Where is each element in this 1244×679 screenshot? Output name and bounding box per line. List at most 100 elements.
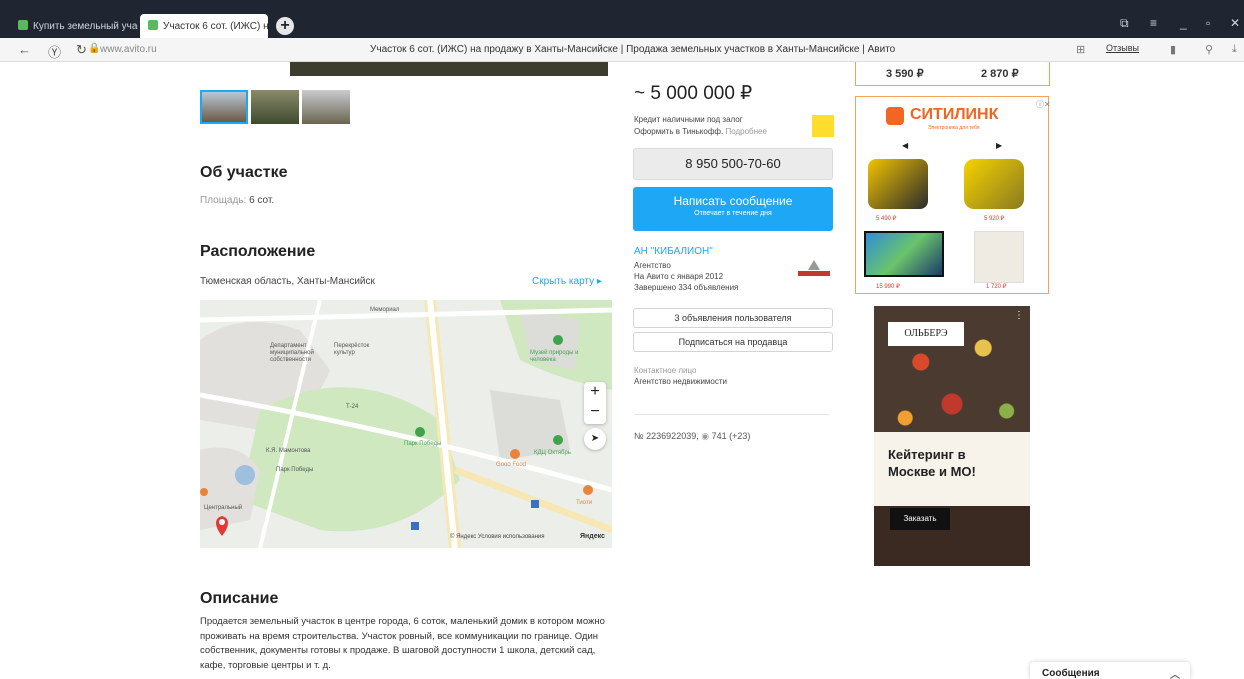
subscribe-button[interactable]: Подписаться на продавца — [633, 332, 833, 352]
views-count: 741 (+23) — [711, 431, 751, 441]
steamer-image — [964, 159, 1024, 209]
page-title: Участок 6 сот. (ИЖС) на продажу в Ханты-… — [370, 44, 896, 55]
carousel-prev-icon[interactable]: ◀ — [902, 141, 908, 150]
map-label-museum: Музей природы и человека — [530, 350, 579, 363]
ad-number: № 2236922039, — [634, 431, 699, 441]
ad-close-icon[interactable]: ⓘ✕ — [1036, 99, 1051, 110]
price-value: 5 000 000 ₽ — [650, 83, 753, 104]
reviews-button[interactable]: Отзывы — [1106, 43, 1139, 53]
new-tab-button[interactable]: + — [276, 17, 294, 35]
credit-line: Оформить в Тинькофф. — [634, 127, 724, 136]
user-ads-button[interactable]: 3 объявления пользователя — [633, 308, 833, 328]
ad-stats: № 2236922039, ◉ 741 (+23) — [634, 431, 750, 442]
ad-product-price: 15 990 ₽ — [876, 284, 900, 290]
zoom-control: + − — [584, 382, 606, 424]
close-window-icon[interactable]: ✕ — [1230, 16, 1240, 30]
map-label-center: Центральный — [204, 505, 243, 511]
address-text: Тюменская область, Ханты-Мансийск — [200, 276, 375, 287]
steam-cleaner-image — [868, 159, 928, 209]
download-icon[interactable]: ⤓ — [1232, 43, 1237, 56]
address-bar: ← Ⓨ ↻ 🔒 www.avito.ru Участок 6 сот. (ИЖС… — [0, 38, 1244, 62]
reply-time-label: Отвечает в течение дня — [694, 210, 772, 217]
tinkoff-logo — [812, 115, 834, 137]
contact-value: Агентство недвижимости — [634, 377, 727, 386]
avito-favicon — [18, 20, 28, 30]
citilink-logo-icon — [886, 107, 904, 125]
zoom-in-button[interactable]: + — [584, 382, 606, 402]
photo-thumbnail[interactable] — [200, 90, 248, 124]
write-message-button[interactable]: Написать сообщение Отвечает в течение дн… — [633, 187, 833, 231]
divider — [634, 414, 829, 415]
contact-label: Контактное лицо — [634, 366, 697, 375]
reload-icon[interactable]: ↻ — [76, 42, 87, 58]
seller-logo-graphic — [798, 260, 830, 276]
minimize-icon[interactable]: _ — [1180, 16, 1187, 30]
credit-offer: Кредит наличными под залог Оформить в Ти… — [634, 114, 767, 138]
food-brand-logo: ОЛЬБЕРЭ — [888, 322, 964, 346]
extensions-icon[interactable]: ⚲ — [1205, 43, 1213, 56]
restore-icon[interactable]: ▫ — [1206, 16, 1210, 30]
map-label-street: К.Я. Мамонтова — [266, 448, 311, 454]
yandex-map-logo: Яндекс — [580, 533, 605, 540]
back-icon[interactable]: ← — [18, 42, 31, 57]
chevron-up-icon[interactable]: ︿ — [1170, 666, 1180, 679]
map-label-tuesday: Тиоти — [576, 500, 593, 506]
credit-line: Кредит наличными под залог — [634, 115, 743, 124]
geolocation-icon[interactable]: ➤ — [584, 428, 606, 450]
order-button[interactable]: Заказать — [890, 508, 950, 530]
map-canvas — [200, 300, 612, 548]
food-ad-title: Кейтеринг в Москве и МО! — [888, 447, 976, 479]
bookmark-icon[interactable]: ▮ — [1170, 43, 1176, 56]
map-terms-link[interactable]: © Яндекс Условия использования — [450, 534, 545, 540]
seller-since: На Авито с января 2012 — [634, 272, 724, 281]
description-heading: Описание — [200, 590, 279, 607]
main-photo[interactable] — [290, 62, 608, 76]
avito-favicon — [148, 20, 158, 30]
menu-icon[interactable]: ≡ — [1150, 16, 1157, 30]
seller-type: Агентство — [634, 261, 671, 270]
seller-name-link[interactable]: АН "КИБАЛИОН" — [634, 246, 713, 257]
show-phone-button[interactable]: 8 950 500-70-60 — [633, 148, 833, 180]
browser-tab-bar: Купить земельный участ... Участок 6 сот.… — [0, 0, 1244, 38]
write-message-label: Написать сообщение — [673, 194, 793, 208]
description-text: Продается земельный участок в центре гор… — [200, 616, 605, 671]
photo-thumbnail[interactable] — [251, 90, 299, 124]
carousel-next-icon[interactable]: ▶ — [996, 141, 1002, 150]
tile-image — [974, 231, 1024, 283]
ad-product-price: 1 720 ₽ — [986, 284, 1007, 290]
ad-price: 2 870 ₽ — [981, 68, 1019, 80]
seller-avatar[interactable] — [796, 258, 832, 278]
hide-map-link[interactable]: Скрыть карту ▸ — [532, 276, 602, 287]
catering-ad[interactable]: ОЛЬБЕРЭ ⋮ Кейтеринг в Москве и МО! Заказ… — [874, 306, 1030, 566]
messages-label: Сообщения — [1042, 668, 1100, 679]
map-label-park2: Парк Победы — [276, 467, 314, 473]
tv-image — [864, 231, 944, 277]
tab-listing[interactable]: Участок 6 сот. (ИЖС) н...✕ — [140, 14, 268, 38]
lock-icon: 🔒 — [88, 43, 101, 54]
ad-menu-icon[interactable]: ⋮ — [1014, 310, 1024, 321]
map-label-kdts: КДЦ Октябрь — [534, 450, 571, 456]
yandex-icon[interactable]: Ⓨ — [48, 42, 61, 61]
zoom-out-button[interactable]: − — [584, 402, 606, 422]
credit-more-link[interactable]: Подробнее — [725, 127, 767, 136]
photo-thumbnail[interactable] — [302, 90, 350, 124]
area-value: 6 сот. — [249, 195, 275, 206]
about-heading: Об участке — [200, 164, 288, 181]
translate-icon[interactable]: ⊞ — [1076, 43, 1085, 56]
citilink-ad[interactable]: СИТИЛИНК Электроника для тебя ⓘ✕ ◀ ▶ 5 4… — [855, 96, 1051, 294]
tab-land-search[interactable]: Купить земельный участ... — [10, 14, 138, 38]
tabs-icon[interactable]: ⧉ — [1120, 16, 1129, 31]
ad-price-strip[interactable]: 3 590 ₽ 2 870 ₽ — [855, 62, 1050, 86]
map-label-good-food: Good Food — [496, 462, 527, 468]
area-label: Площадь: — [200, 195, 247, 206]
map-label-monument: Мемориал — [370, 307, 400, 313]
url-field[interactable]: www.avito.ru — [100, 44, 157, 55]
citilink-brand: СИТИЛИНК — [910, 106, 999, 123]
citilink-tagline: Электроника для тебя — [928, 125, 980, 131]
map[interactable]: Департамент муниципальной собственности … — [200, 300, 612, 548]
map-label-park: Парк Победы — [404, 441, 442, 447]
seller-completed: Завершено 334 объявления — [634, 283, 739, 292]
messages-widget[interactable]: Сообщения ︿ — [1030, 662, 1190, 679]
seller-info: Агентство На Авито с января 2012 Заверше… — [634, 260, 738, 293]
contact-person: Контактное лицо Агентство недвижимости — [634, 365, 727, 387]
